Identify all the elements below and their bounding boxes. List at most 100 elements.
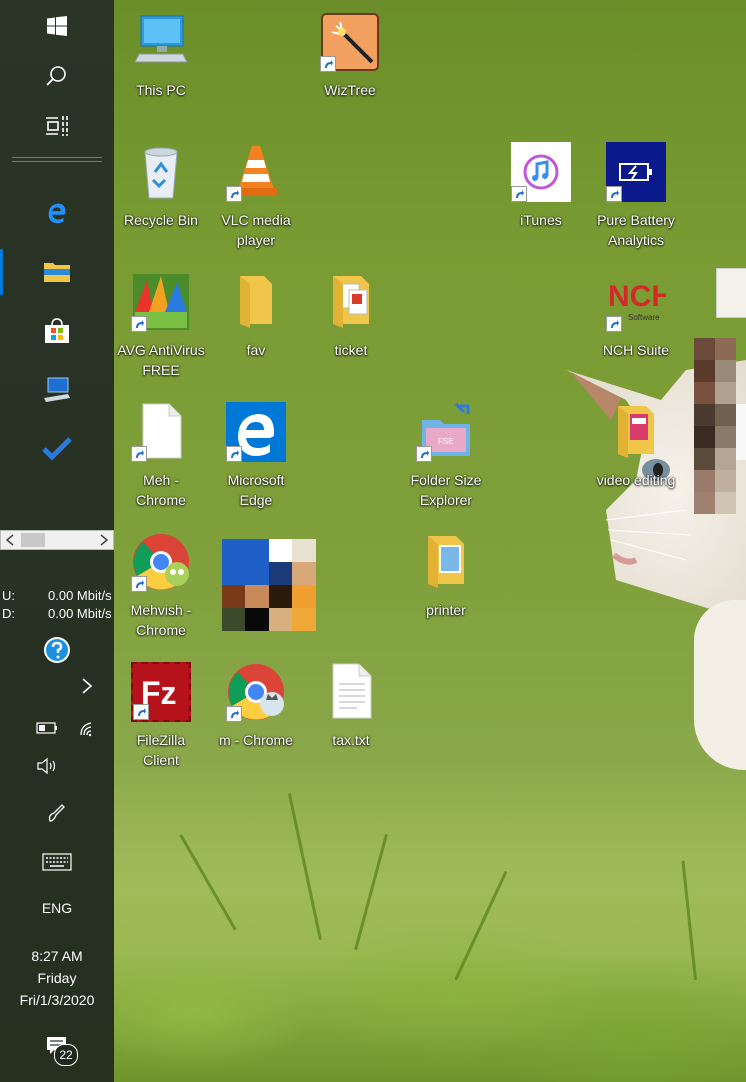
filezilla-icon[interactable]: Fz FileZilla Client [113, 662, 209, 770]
pen-icon [48, 804, 65, 822]
chevron-left-icon[interactable] [5, 534, 15, 546]
printer-folder-icon[interactable]: printer [398, 532, 494, 620]
shortcut-arrow-icon [606, 316, 622, 332]
wiztree-icon[interactable]: WizTree [302, 12, 398, 100]
vlc-icon[interactable]: VLC media player [208, 142, 304, 250]
icon-label: WizTree [324, 82, 376, 98]
start-button[interactable] [0, 0, 114, 52]
folder-size-explorer-icon[interactable]: FSE Folder Size Explorer [398, 402, 494, 510]
this-pc-icon[interactable]: This PC [113, 12, 209, 100]
icon-label: iTunes [520, 212, 562, 228]
pure-battery-icon[interactable]: Pure Battery Analytics [588, 142, 684, 250]
partial-file-icon[interactable] [716, 268, 746, 318]
avg-antivirus-icon[interactable]: AVG AntiVirus FREE [113, 272, 209, 380]
action-center-button[interactable]: 22 [0, 1026, 114, 1078]
icon-label: m - Chrome [219, 732, 293, 748]
monitor-icon [134, 15, 188, 63]
battery-icon [36, 722, 57, 734]
shortcut-arrow-icon [131, 576, 147, 592]
folder-with-film-icon [618, 406, 654, 458]
icon-label: video editing [596, 472, 676, 488]
taskbar-divider [12, 157, 102, 158]
m-chrome-icon[interactable]: m - Chrome [208, 662, 304, 750]
checkmark-icon [42, 437, 72, 461]
taskbar-divider [12, 161, 102, 162]
icon-label: Microsoft Edge [227, 472, 285, 508]
icon-label: FileZilla Client [136, 732, 186, 768]
text-file-icon [332, 663, 372, 719]
clock-date: Fri/1/3/2020 [19, 992, 95, 1008]
taskbar-remote-desktop[interactable] [0, 364, 114, 416]
icon-label: VLC media player [221, 212, 291, 248]
icon-label: tax.txt [332, 732, 370, 748]
itunes-icon[interactable]: iTunes [493, 142, 589, 230]
icon-label: fav [246, 342, 266, 358]
upload-value: 0.00 Mbit/s [48, 588, 112, 603]
svg-text:Software: Software [628, 313, 660, 322]
icon-label: Recycle Bin [124, 212, 198, 228]
wifi-icon [80, 722, 92, 737]
search-button[interactable] [0, 50, 114, 102]
pixelated-icon[interactable] [222, 539, 316, 631]
taskbar-edge[interactable] [0, 186, 114, 238]
icon-label: ticket [334, 342, 368, 358]
svg-text:FSE: FSE [438, 437, 454, 446]
store-bag-icon [45, 318, 69, 343]
recycle-bin-icon[interactable]: Recycle Bin [113, 142, 209, 230]
shortcut-arrow-icon [131, 446, 147, 462]
chevron-right-icon[interactable] [99, 534, 109, 546]
icon-label: Meh - Chrome [136, 472, 186, 508]
taskbar-store[interactable] [0, 305, 114, 357]
volume-button[interactable] [20, 740, 74, 792]
mehvish-chrome-icon[interactable]: Mehvish - Chrome [113, 532, 209, 640]
tax-txt-icon[interactable]: tax.txt [303, 662, 399, 750]
search-icon [46, 66, 66, 86]
trash-icon [144, 147, 178, 199]
keyboard-icon [42, 853, 72, 871]
shortcut-arrow-icon [226, 186, 242, 202]
shortcut-arrow-icon [131, 316, 147, 332]
clock-button[interactable]: 8:27 AM Friday Fri/1/3/2020 [0, 944, 114, 1016]
microsoft-edge-icon[interactable]: Microsoft Edge [208, 402, 304, 510]
shortcut-arrow-icon [511, 186, 527, 202]
icon-label: This PC [136, 82, 186, 98]
svg-text:NCH: NCH [608, 280, 666, 313]
ticket-folder-icon[interactable]: ticket [303, 272, 399, 360]
download-label: D: [2, 606, 15, 621]
pixelated-region [694, 338, 736, 514]
desktop-background: This PC WizTree Recycle Bin VLC media pl… [114, 0, 746, 1082]
shortcut-arrow-icon [606, 186, 622, 202]
chevron-right-icon [82, 678, 93, 694]
grass-foreground [114, 762, 746, 1082]
horizontal-scrollbar[interactable] [0, 530, 114, 550]
shortcut-arrow-icon [416, 446, 432, 462]
taskbar-todo[interactable] [0, 422, 114, 474]
icon-label: Folder Size Explorer [410, 472, 482, 508]
clock-day: Friday [37, 970, 77, 986]
shortcut-arrow-icon [133, 704, 149, 720]
icon-label: NCH Suite [602, 342, 670, 358]
computer-icon [44, 377, 70, 402]
kitten-paw [694, 600, 746, 770]
language-indicator[interactable]: ENG [0, 900, 114, 916]
task-view-button[interactable] [0, 100, 114, 152]
meh-chrome-icon[interactable]: Meh - Chrome [113, 402, 209, 510]
taskbar: U: 0.00 Mbit/s D: 0.00 Mbit/s ENG 8:27 A… [0, 0, 114, 1082]
fav-folder-icon[interactable]: fav [208, 272, 304, 360]
active-indicator [0, 249, 3, 295]
speaker-icon [37, 757, 56, 775]
scrollbar-thumb[interactable] [21, 533, 45, 547]
shortcut-arrow-icon [226, 706, 242, 722]
shortcut-arrow-icon [226, 446, 242, 462]
touch-keyboard-button[interactable] [0, 836, 114, 888]
taskbar-file-explorer[interactable] [0, 245, 114, 297]
pen-workspace-button[interactable] [0, 786, 114, 838]
icon-label: printer [426, 602, 466, 618]
partial-file-icon[interactable] [736, 404, 746, 460]
video-editing-folder-icon[interactable]: video editing [588, 402, 684, 490]
task-view-icon [46, 116, 68, 136]
nch-suite-icon[interactable]: NCH Software NCH Suite [588, 272, 684, 360]
folder-with-picture-icon [428, 536, 464, 588]
edge-logo-icon [48, 203, 66, 224]
folder-with-documents-icon [333, 276, 369, 328]
